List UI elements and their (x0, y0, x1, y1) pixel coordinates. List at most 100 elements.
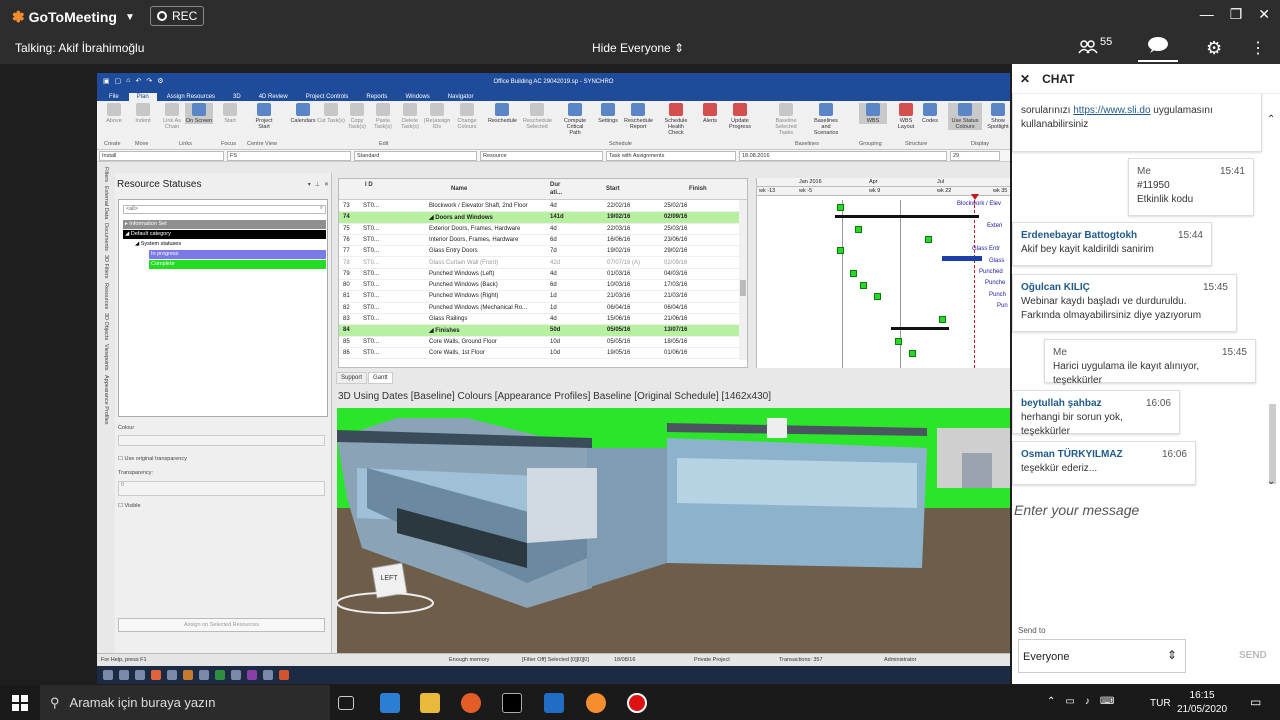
ribbon-button-critical-path[interactable]: Compute Critical Path (561, 103, 589, 136)
gantt-task[interactable] (837, 204, 844, 211)
table-row[interactable]: 74 ◢ Doors and Windows 141d 19/02/16 02/09/1… (339, 212, 747, 224)
tab-plan[interactable]: Plan (128, 93, 157, 101)
tab-file[interactable]: File (101, 93, 127, 101)
tab-windows[interactable]: Windows (397, 93, 437, 101)
gantt-task[interactable] (925, 236, 932, 243)
tab-support[interactable]: Support (336, 372, 368, 384)
visible-checkbox[interactable]: ☐ Visible (118, 503, 141, 509)
tree-item-system-statuses[interactable]: ◢ System statuses (133, 240, 323, 249)
ribbon-button-above[interactable]: Above (100, 103, 128, 124)
ribbon-button-change-colours[interactable]: Change Colours (453, 103, 481, 130)
tree-filter-input[interactable]: <all> ⌕ (123, 205, 326, 214)
qat-icon[interactable]: ▢ (115, 77, 122, 85)
table-row[interactable]: 75 ST0... Exterior Doors, Frames, Hardware… (339, 224, 747, 235)
table-row[interactable]: 80 ST0... Punched Windows (Back) 6d 10/03/16… (339, 280, 747, 292)
slido-link[interactable]: https://www.sli.do (1073, 105, 1150, 116)
ribbon-button-start[interactable]: Start (216, 103, 244, 124)
ribbon-button-health-check[interactable]: Schedule Health Check (662, 103, 690, 136)
tab-4d-review[interactable]: 4D Review (251, 93, 296, 101)
tab-3d[interactable]: 3D (225, 93, 249, 101)
app-icon[interactable] (279, 670, 289, 680)
restore-icon[interactable]: ❐ (1230, 6, 1243, 23)
scroll-thumb[interactable] (740, 280, 746, 296)
send-button[interactable]: SEND (1239, 650, 1267, 661)
gantt-task[interactable] (860, 282, 867, 289)
col-finish[interactable]: Finish (689, 186, 707, 192)
use-original-checkbox[interactable]: ☐ Use original transparency (118, 456, 187, 462)
side-tab-filters[interactable]: Filters (103, 167, 109, 182)
ribbon-button-calendars[interactable]: Calendars (289, 103, 317, 124)
gotomeeting-icon[interactable] (586, 693, 606, 713)
gantt-summary-bar[interactable] (835, 215, 979, 218)
app-icon[interactable] (247, 670, 257, 680)
dropdown-icon[interactable]: ▾ (308, 181, 311, 188)
app-icon[interactable] (167, 670, 177, 680)
app-icon[interactable] (231, 670, 241, 680)
app-icon[interactable] (135, 670, 145, 680)
tree-item-default-category[interactable]: ◢ Default category (123, 230, 326, 239)
send-to-select[interactable]: Everyone ⇕ (1018, 639, 1186, 673)
network-icon[interactable]: ▭ (1065, 696, 1074, 707)
3d-viewport[interactable]: LEFT (337, 408, 1010, 653)
tab-gantt[interactable]: Gantt (368, 372, 393, 384)
chevron-up-icon[interactable]: ⌃ (1047, 696, 1055, 707)
scroll-thumb[interactable] (1269, 404, 1276, 484)
side-tab-resources[interactable]: Resources (103, 283, 109, 309)
qat-icon[interactable]: ↷ (146, 77, 152, 85)
side-tab-3d-objects[interactable]: 3D Objects (103, 313, 109, 340)
table-row[interactable]: 79 ST0... Punched Windows (Left) 4d 01/03/16… (339, 269, 747, 281)
filter-install[interactable]: Install (99, 151, 224, 161)
record-icon[interactable] (627, 693, 647, 713)
ribbon-button-spotlight[interactable]: Show Spotlight (984, 103, 1010, 130)
tab-reports[interactable]: Reports (358, 93, 395, 101)
pin-icon[interactable]: ⊥ (315, 181, 320, 188)
app-icon[interactable] (183, 670, 193, 680)
ribbon-button-update-progress[interactable]: Update Progress (726, 103, 754, 130)
ribbon-button-copy[interactable]: Copy Task(s) (343, 103, 371, 130)
tab-navigator[interactable]: Navigator (440, 93, 482, 101)
gtm-logo[interactable]: ✽ GoToMeeting ▼ (12, 8, 135, 26)
ribbon-button-cut[interactable]: Cut Task(s) (317, 103, 345, 124)
more-options-icon[interactable]: ⋮ (1250, 38, 1266, 58)
app-icon[interactable] (151, 670, 161, 680)
table-row[interactable]: 78 ST0... Glass Curtain Wall (Front) 42d 07/… (339, 258, 747, 269)
language-indicator[interactable]: TUR (1150, 698, 1171, 709)
ribbon-button-reassign-ids[interactable]: (Re)assign IDs (423, 103, 451, 130)
col-id[interactable]: I D (365, 181, 373, 189)
gantt-task[interactable] (895, 338, 902, 345)
outlook-icon[interactable] (544, 693, 564, 713)
rec-button[interactable]: REC (150, 6, 205, 26)
view-cube-label[interactable]: LEFT (375, 568, 403, 590)
filter-resource[interactable]: Resource (480, 151, 603, 161)
side-tab-3d-filters[interactable]: 3D Filters (103, 255, 109, 279)
message-input[interactable]: Enter your message (1014, 502, 1139, 518)
app-icon[interactable] (263, 670, 273, 680)
table-row[interactable]: 77 ST0... Glass Entry Doors 7d 19/02/16 29/02… (339, 246, 747, 258)
terminal-icon[interactable] (502, 693, 522, 713)
chat-toggle-button[interactable] (1138, 36, 1178, 62)
windows-start-icon[interactable] (12, 695, 28, 711)
app-icon[interactable] (199, 670, 209, 680)
app-icon[interactable] (215, 670, 225, 680)
side-tab-documents[interactable]: Documents (103, 223, 109, 251)
table-row[interactable]: 76 ST0... Interior Doors, Frames, Hardware… (339, 235, 747, 247)
firefox-icon[interactable] (461, 693, 481, 713)
ribbon-button-delete[interactable]: Delete Task(s) (396, 103, 424, 130)
qat-icon[interactable]: ⚙ (157, 77, 163, 85)
ribbon-button-wbs[interactable]: WBS (859, 103, 887, 124)
assign-selected-button[interactable]: Assign on Selected Resources (118, 618, 325, 632)
ribbon-button-codes[interactable]: Codes (916, 103, 944, 124)
table-row[interactable]: 82 ST0... Punched Windows (Mechanical Ro..… (339, 303, 747, 314)
ribbon-button-baseline-selected[interactable]: Baseline Selected Tasks (772, 103, 800, 136)
transparency-field[interactable]: 0 (118, 481, 325, 496)
gantt-task[interactable] (837, 247, 844, 254)
close-icon[interactable]: ✕ (324, 181, 329, 188)
gantt-summary-bar[interactable] (891, 327, 949, 330)
close-icon[interactable]: ✕ (1258, 6, 1270, 23)
table-row[interactable]: 81 ST0... Punched Windows (Right) 1d 21/03/1… (339, 291, 747, 303)
attendees-button[interactable]: 55 (1078, 36, 1112, 54)
table-row[interactable]: 83 ST0... Glass Railings 4d 15/06/16 21/06/16 (339, 314, 747, 326)
ribbon-button-link-as-chain[interactable]: Link As Chain (158, 103, 186, 130)
qat-icon[interactable]: ▣ (103, 77, 110, 85)
qat-icon[interactable]: ↶ (135, 77, 141, 85)
